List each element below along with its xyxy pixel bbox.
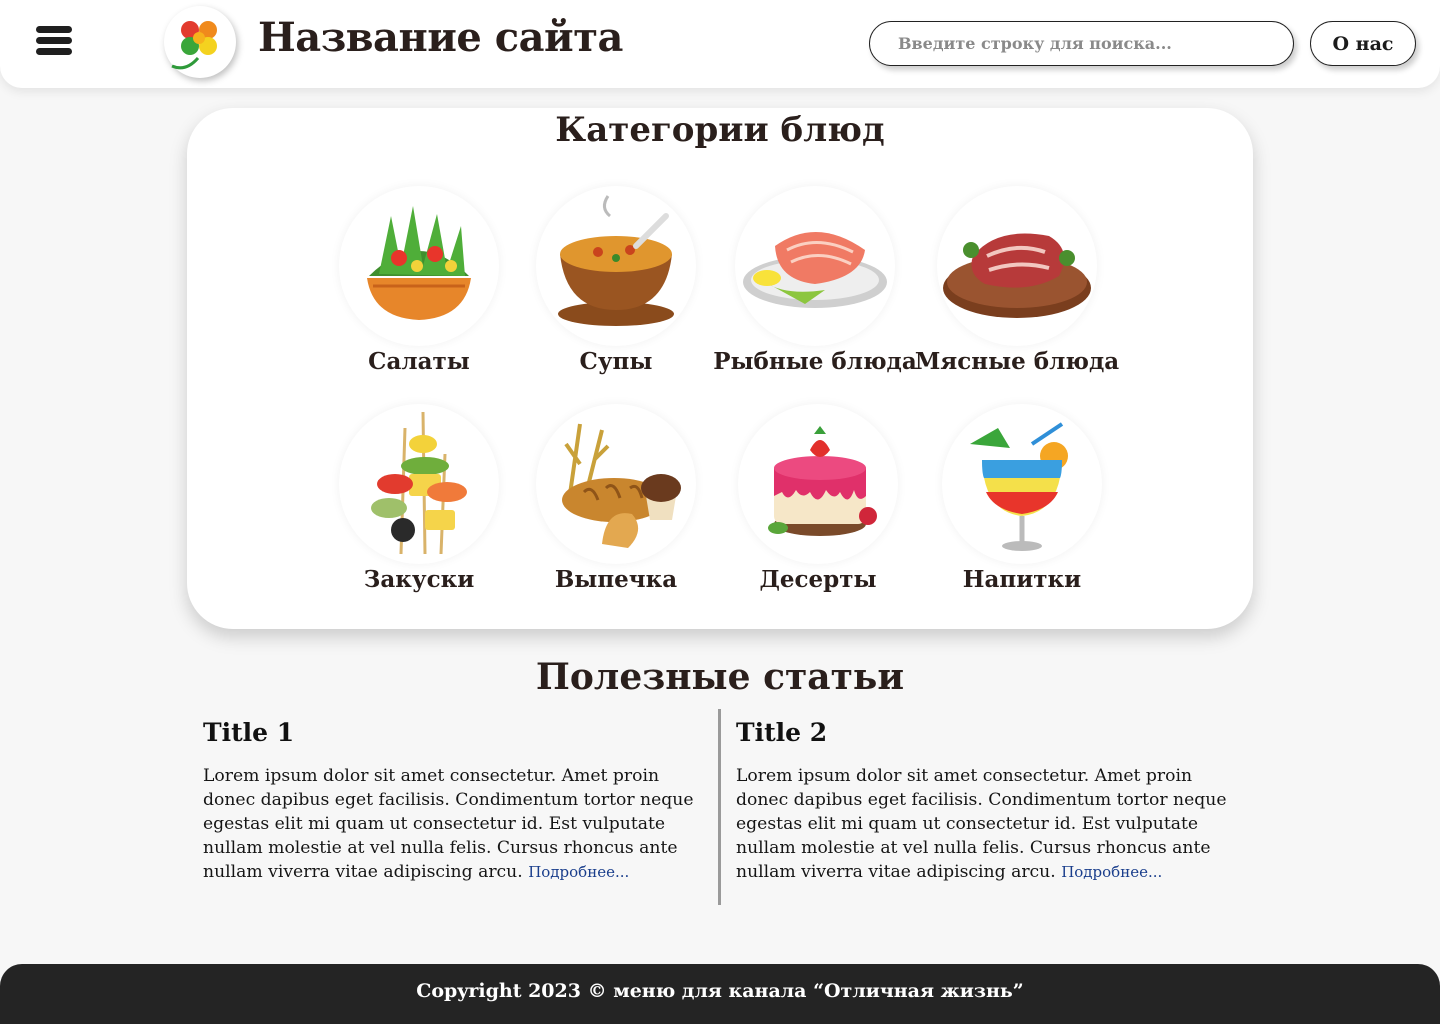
clover-logo-icon[interactable] bbox=[164, 6, 236, 78]
hamburger-menu-icon[interactable] bbox=[36, 26, 74, 56]
article-divider bbox=[718, 709, 721, 905]
read-more-link[interactable]: Подробнее... bbox=[528, 863, 629, 881]
strawberry-cake-icon bbox=[738, 404, 898, 564]
category-label: Мясные блюда bbox=[914, 348, 1120, 375]
about-button[interactable]: О нас bbox=[1310, 21, 1416, 66]
read-more-link[interactable]: Подробнее... bbox=[1061, 863, 1162, 881]
salmon-steak-icon bbox=[735, 186, 895, 346]
cocktail-glass-icon bbox=[942, 404, 1102, 564]
article-title[interactable]: Title 1 bbox=[203, 718, 703, 752]
article-body: Lorem ipsum dolor sit amet consectetur. … bbox=[203, 764, 703, 884]
bread-pastry-icon bbox=[536, 404, 696, 564]
salad-bowl-icon bbox=[339, 186, 499, 346]
article-title[interactable]: Title 2 bbox=[736, 718, 1236, 752]
article-body: Lorem ipsum dolor sit amet consectetur. … bbox=[736, 764, 1236, 884]
canape-skewers-icon bbox=[339, 404, 499, 564]
article-card: Title 2 Lorem ipsum dolor sit amet conse… bbox=[736, 718, 1236, 884]
soup-bowl-icon bbox=[536, 186, 696, 346]
site-footer: Copyright 2023 © меню для канала “Отличн… bbox=[0, 964, 1440, 1024]
search-input[interactable] bbox=[869, 21, 1294, 66]
categories-heading: Категории блюд bbox=[555, 110, 885, 150]
articles-heading: Полезные статьи bbox=[535, 656, 905, 698]
category-label: Напитки bbox=[962, 566, 1082, 593]
site-title[interactable]: Название сайта bbox=[258, 14, 623, 61]
meat-steak-icon bbox=[937, 186, 1097, 346]
article-card: Title 1 Lorem ipsum dolor sit amet conse… bbox=[203, 718, 703, 884]
copyright-text: Copyright 2023 © меню для канала “Отличн… bbox=[416, 980, 1024, 1002]
site-header: Название сайта О нас bbox=[0, 0, 1440, 88]
